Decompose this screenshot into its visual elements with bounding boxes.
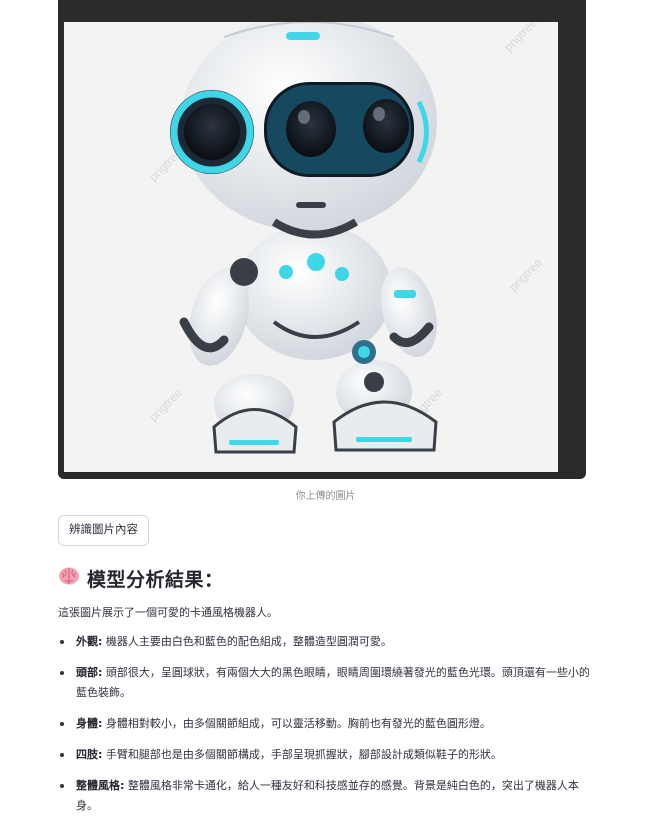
robot-illustration: pngtree pngtree pngtree pngtree pngtree (146, 22, 545, 454)
item-term: 頭部: (76, 666, 103, 679)
uploaded-image-frame: pngtree pngtree pngtree pngtree pngtree (58, 0, 586, 479)
list-item: 整體風格: 整體風格非常卡通化，給人一種友好和科技感並存的感覺。背景是純白色的，… (58, 776, 594, 816)
uploaded-image: pngtree pngtree pngtree pngtree pngtree (64, 22, 558, 472)
item-text: 身體相對較小，由多個關節組成，可以靈活移動。胸前也有發光的藍色圓形燈。 (105, 717, 491, 730)
list-item: 身體: 身體相對較小，由多個關節組成，可以靈活移動。胸前也有發光的藍色圓形燈。 (58, 714, 594, 734)
brain-icon (58, 565, 80, 591)
item-term: 外觀: (76, 635, 103, 648)
image-caption: 你上傳的圖片 (295, 491, 356, 502)
item-text: 整體風格非常卡通化，給人一種友好和科技感並存的感覺。背景是純白色的，突出了機器人… (76, 779, 579, 812)
item-term: 整體風格: (76, 779, 125, 792)
result-intro: 這張圖片展示了一個可愛的卡通風格機器人。 (58, 606, 278, 619)
list-item: 外觀: 機器人主要由白色和藍色的配色組成，整體造型圓潤可愛。 (58, 632, 594, 652)
item-text: 手臂和腿部也是由多個關節構成，手部呈現抓握狀，腳部設計成類似鞋子的形狀。 (105, 748, 502, 761)
result-heading: 模型分析結果： (58, 563, 224, 593)
list-item: 四肢: 手臂和腿部也是由多個關節構成，手部呈現抓握狀，腳部設計成類似鞋子的形狀。 (58, 745, 594, 765)
item-term: 身體: (76, 717, 103, 730)
watermark-text: pngtree (146, 385, 185, 424)
result-title: 模型分析結果： (87, 568, 224, 591)
item-term: 四肢: (76, 748, 103, 761)
watermark-text: pngtree (501, 22, 540, 54)
item-text: 頭部很大，呈圓球狀，有兩個大大的黑色眼睛，眼睛周圍環繞著發光的藍色光環。頭頂還有… (76, 666, 590, 699)
list-item: 頭部: 頭部很大，呈圓球狀，有兩個大大的黑色眼睛，眼睛周圍環繞著發光的藍色光環。… (58, 663, 594, 703)
analyze-image-button[interactable]: 辨識圖片內容 (58, 515, 149, 546)
result-list: 外觀: 機器人主要由白色和藍色的配色組成，整體造型圓潤可愛。 頭部: 頭部很大，… (58, 632, 594, 823)
watermark-text: pngtree (506, 255, 545, 294)
item-text: 機器人主要由白色和藍色的配色組成，整體造型圓潤可愛。 (105, 635, 392, 648)
